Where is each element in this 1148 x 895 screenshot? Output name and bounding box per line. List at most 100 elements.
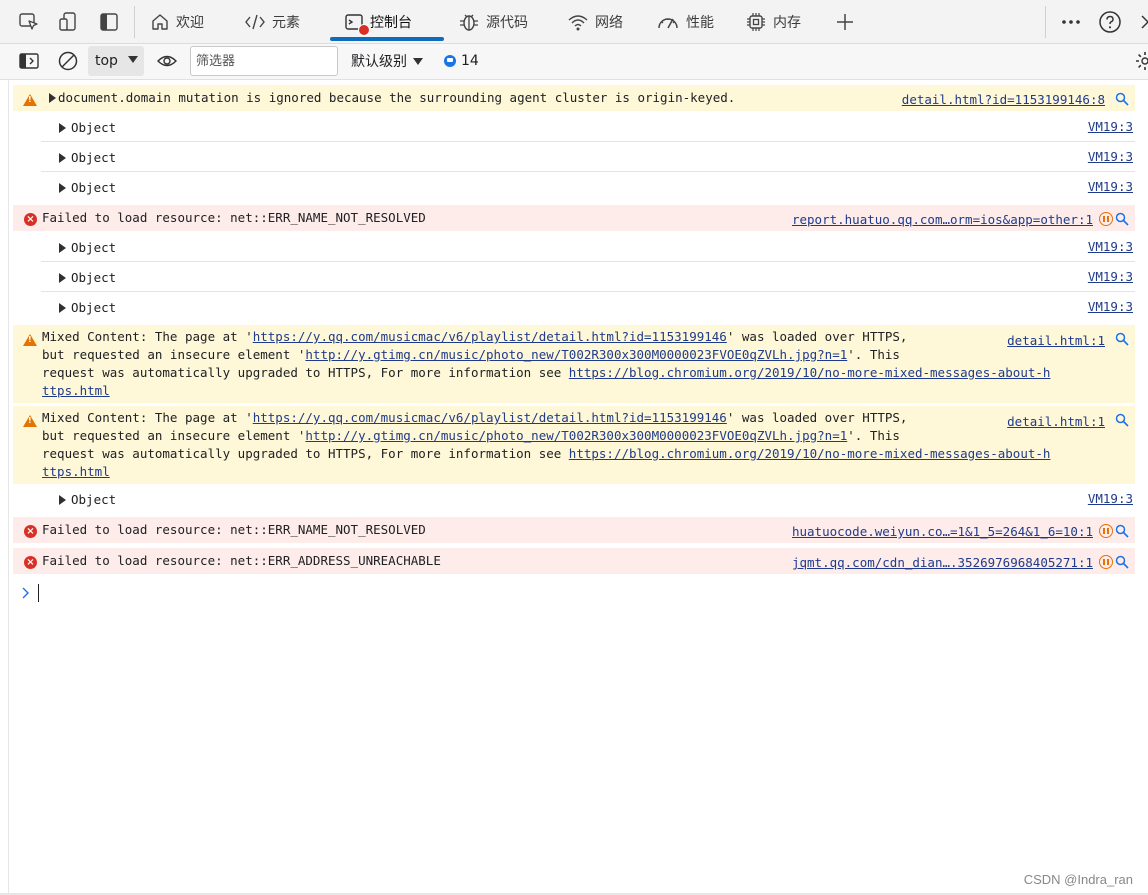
message-text: but requested an insecure element ' [42, 347, 306, 362]
context-selector[interactable]: top [88, 46, 144, 76]
expand-triangle-icon[interactable] [59, 243, 66, 253]
issues-message-icon [444, 55, 456, 67]
insecure-element-link[interactable]: http://y.gtimg.cn/music/photo_new/T002R3… [305, 428, 847, 443]
source-link[interactable]: detail.html:1 [1007, 413, 1105, 431]
source-link[interactable]: detail.html:1 [1007, 332, 1105, 350]
message-text: '. This [847, 428, 900, 443]
warning-icon [23, 94, 37, 106]
tab-welcome[interactable]: 欢迎 [150, 0, 204, 43]
console-input-cursor[interactable] [38, 584, 39, 602]
gauge-icon [658, 17, 678, 28]
console-object-row[interactable]: Object VM19:3 [41, 172, 1135, 202]
source-link[interactable]: VM19:3 [1088, 298, 1133, 316]
expand-triangle-icon[interactable] [59, 495, 66, 505]
console-object-row[interactable]: Object VM19:3 [41, 292, 1135, 322]
insecure-element-link[interactable]: http://y.gtimg.cn/music/photo_new/T002R3… [305, 347, 847, 362]
chromium-blog-link[interactable]: https://blog.chromium.org/2019/10/no-mor… [569, 365, 1051, 380]
device-emulation-icon[interactable] [57, 10, 81, 34]
inspect-element-icon[interactable] [17, 10, 41, 34]
message-text: Mixed Content: The page at ' [42, 329, 253, 344]
object-label: Object [71, 180, 117, 195]
source-link[interactable]: VM19:3 [1088, 268, 1133, 286]
console-object-row[interactable]: Object VM19:3 [41, 142, 1135, 172]
log-levels-label: 默认级别 [351, 54, 407, 70]
live-expression-eye-icon[interactable] [155, 49, 179, 73]
active-tab-indicator [330, 37, 444, 41]
tab-memory-label: 内存 [773, 14, 801, 31]
tab-welcome-label: 欢迎 [176, 14, 204, 31]
search-issue-icon[interactable] [1115, 555, 1129, 569]
chromium-blog-link[interactable]: https://blog.chromium.org/2019/10/no-mor… [569, 446, 1051, 461]
network-request-icon[interactable] [1099, 212, 1113, 226]
error-icon: × [24, 525, 37, 538]
close-devtools-icon[interactable] [1136, 10, 1148, 34]
tab-performance[interactable]: 性能 [656, 0, 714, 43]
error-message[interactable]: Failed to load resource: net::ERR_ADDRES… [42, 552, 441, 570]
source-link[interactable]: huatuocode.weiyun.co…=1&1_5=264&1_6=10:1 [792, 523, 1093, 541]
console-settings-gear-icon[interactable] [1133, 49, 1148, 73]
tab-elements[interactable]: 元素 [244, 0, 300, 43]
issues-counter[interactable]: 14 [444, 44, 479, 78]
message-text: but requested an insecure element ' [42, 428, 306, 443]
tab-performance-label: 性能 [686, 14, 714, 31]
console-object-row[interactable]: Object VM19:3 [41, 262, 1135, 292]
warning-message[interactable]: document.domain mutation is ignored beca… [49, 89, 735, 107]
expand-triangle-icon[interactable] [59, 123, 66, 133]
source-link[interactable]: VM19:3 [1088, 490, 1133, 508]
log-levels-dropdown[interactable]: 默认级别 [351, 44, 423, 78]
search-issue-icon[interactable] [1115, 524, 1129, 538]
chromium-blog-link[interactable]: ttps.html [42, 383, 110, 398]
tab-console-label: 控制台 [370, 14, 412, 31]
expand-triangle-icon[interactable] [59, 303, 66, 313]
error-message[interactable]: Failed to load resource: net::ERR_NAME_N… [42, 209, 426, 227]
message-text: request was automatically upgraded to HT… [42, 446, 569, 461]
console-error-row: × Failed to load resource: net::ERR_NAME… [13, 205, 1135, 231]
console-messages: document.domain mutation is ignored beca… [8, 80, 1148, 895]
search-issue-icon[interactable] [1115, 92, 1129, 106]
source-link[interactable]: VM19:3 [1088, 238, 1133, 256]
message-text: ' was loaded over HTTPS, [726, 329, 908, 344]
expand-triangle-icon[interactable] [59, 183, 66, 193]
source-link[interactable]: report.huatuo.qq.com…orm=ios&app=other:1 [792, 211, 1093, 229]
console-warning-row: Mixed Content: The page at 'https://y.qq… [13, 325, 1135, 403]
chip-icon [747, 12, 765, 31]
mixed-content-message: Mixed Content: The page at 'https://y.qq… [42, 409, 1050, 481]
object-label: Object [71, 150, 117, 165]
tab-network[interactable]: 网络 [567, 0, 623, 43]
console-object-row[interactable]: Object VM19:3 [41, 484, 1135, 514]
network-request-icon[interactable] [1099, 555, 1113, 569]
more-options-icon[interactable] [1059, 10, 1083, 34]
search-issue-icon[interactable] [1115, 332, 1129, 346]
help-icon[interactable] [1098, 10, 1122, 34]
source-link[interactable]: jqmt.qq.com/cdn_dian….3526976968405271:1 [792, 554, 1093, 572]
sidebar-toggle-icon[interactable] [97, 10, 121, 34]
expand-triangle-icon[interactable] [49, 93, 56, 103]
object-message: Object [59, 299, 116, 317]
tab-memory[interactable]: 内存 [745, 0, 801, 43]
error-message[interactable]: Failed to load resource: net::ERR_NAME_N… [42, 521, 426, 539]
expand-triangle-icon[interactable] [59, 153, 66, 163]
search-issue-icon[interactable] [1115, 212, 1129, 226]
page-url-link[interactable]: https://y.qq.com/musicmac/v6/playlist/de… [253, 329, 727, 344]
expand-triangle-icon[interactable] [59, 273, 66, 283]
console-sidebar-icon[interactable] [17, 49, 41, 73]
add-tab-icon[interactable] [833, 10, 857, 34]
source-link[interactable]: VM19:3 [1088, 118, 1133, 136]
console-object-row[interactable]: Object VM19:3 [41, 112, 1135, 142]
clear-console-icon[interactable] [56, 49, 80, 73]
code-icon [245, 14, 265, 29]
tab-sources-label: 源代码 [486, 14, 528, 31]
tab-sources[interactable]: 源代码 [458, 0, 528, 43]
console-object-row[interactable]: Object VM19:3 [41, 232, 1135, 262]
network-request-icon[interactable] [1099, 524, 1113, 538]
chromium-blog-link[interactable]: ttps.html [42, 464, 110, 479]
source-link[interactable]: VM19:3 [1088, 148, 1133, 166]
source-link[interactable]: detail.html?id=1153199146:8 [902, 91, 1105, 109]
error-icon: × [24, 556, 37, 569]
console-error-row: × Failed to load resource: net::ERR_ADDR… [13, 548, 1135, 574]
search-issue-icon[interactable] [1115, 413, 1129, 427]
tab-network-label: 网络 [595, 14, 623, 31]
filter-input[interactable] [190, 46, 338, 76]
page-url-link[interactable]: https://y.qq.com/musicmac/v6/playlist/de… [253, 410, 727, 425]
source-link[interactable]: VM19:3 [1088, 178, 1133, 196]
